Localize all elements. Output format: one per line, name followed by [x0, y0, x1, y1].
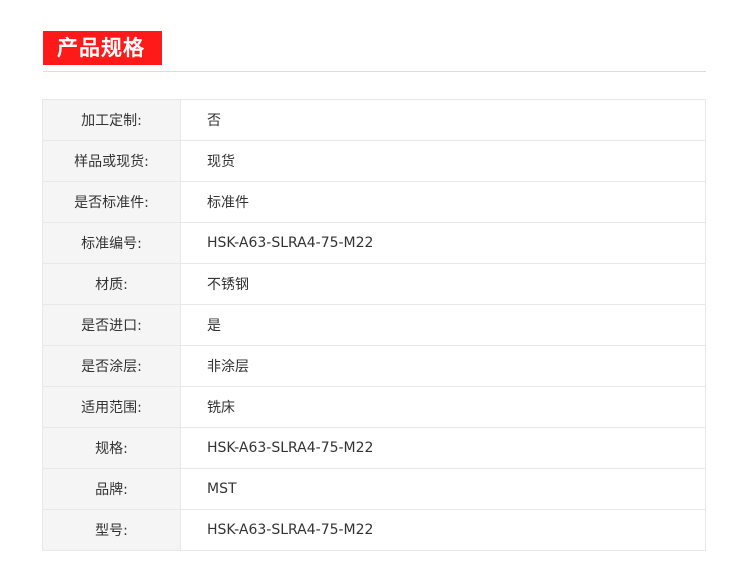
spec-label: 材质: — [42, 263, 181, 305]
table-row: 是否进口: 是 — [42, 304, 706, 346]
spec-value: 标准件 — [180, 181, 706, 223]
table-row: 型号: HSK-A63-SLRA4-75-M22 — [42, 509, 706, 551]
spec-label: 品牌: — [42, 468, 181, 510]
table-row: 品牌: MST — [42, 468, 706, 510]
spec-value: HSK-A63-SLRA4-75-M22 — [180, 509, 706, 551]
spec-label: 是否进口: — [42, 304, 181, 346]
product-spec-page: 产品规格 加工定制: 否 样品或现货: 现货 是否标准件: 标准件 标准编号: … — [0, 0, 750, 588]
table-row: 适用范围: 铣床 — [42, 386, 706, 428]
spec-label: 是否涂层: — [42, 345, 181, 387]
table-row: 标准编号: HSK-A63-SLRA4-75-M22 — [42, 222, 706, 264]
spec-value: 铣床 — [180, 386, 706, 428]
table-row: 样品或现货: 现货 — [42, 140, 706, 182]
table-row: 加工定制: 否 — [42, 99, 706, 141]
spec-label: 样品或现货: — [42, 140, 181, 182]
spec-value: 是 — [180, 304, 706, 346]
spec-value: HSK-A63-SLRA4-75-M22 — [180, 427, 706, 469]
spec-value: 非涂层 — [180, 345, 706, 387]
spec-value: 否 — [207, 113, 221, 129]
table-row: 是否涂层: 非涂层 — [42, 345, 706, 387]
spec-label: 规格: — [42, 427, 181, 469]
spec-label: 适用范围: — [42, 386, 181, 428]
table-row: 材质: 不锈钢 — [42, 263, 706, 305]
table-row: 规格: HSK-A63-SLRA4-75-M22 — [42, 427, 706, 469]
spec-label: 加工定制: — [42, 99, 181, 141]
section-header: 产品规格 — [43, 31, 706, 72]
spec-value: HSK-A63-SLRA4-75-M22 — [180, 222, 706, 264]
section-title: 产品规格 — [43, 31, 162, 65]
spec-value: 现货 — [180, 140, 706, 182]
spec-value: 不锈钢 — [180, 263, 706, 305]
spec-label: 是否标准件: — [42, 181, 181, 223]
spec-label: 型号: — [42, 509, 181, 551]
table-row: 是否标准件: 标准件 — [42, 181, 706, 223]
spec-value: MST — [180, 468, 706, 510]
spec-label: 标准编号: — [42, 222, 181, 264]
spec-table: 加工定制: 否 样品或现货: 现货 是否标准件: 标准件 标准编号: HSK-A… — [42, 99, 706, 551]
